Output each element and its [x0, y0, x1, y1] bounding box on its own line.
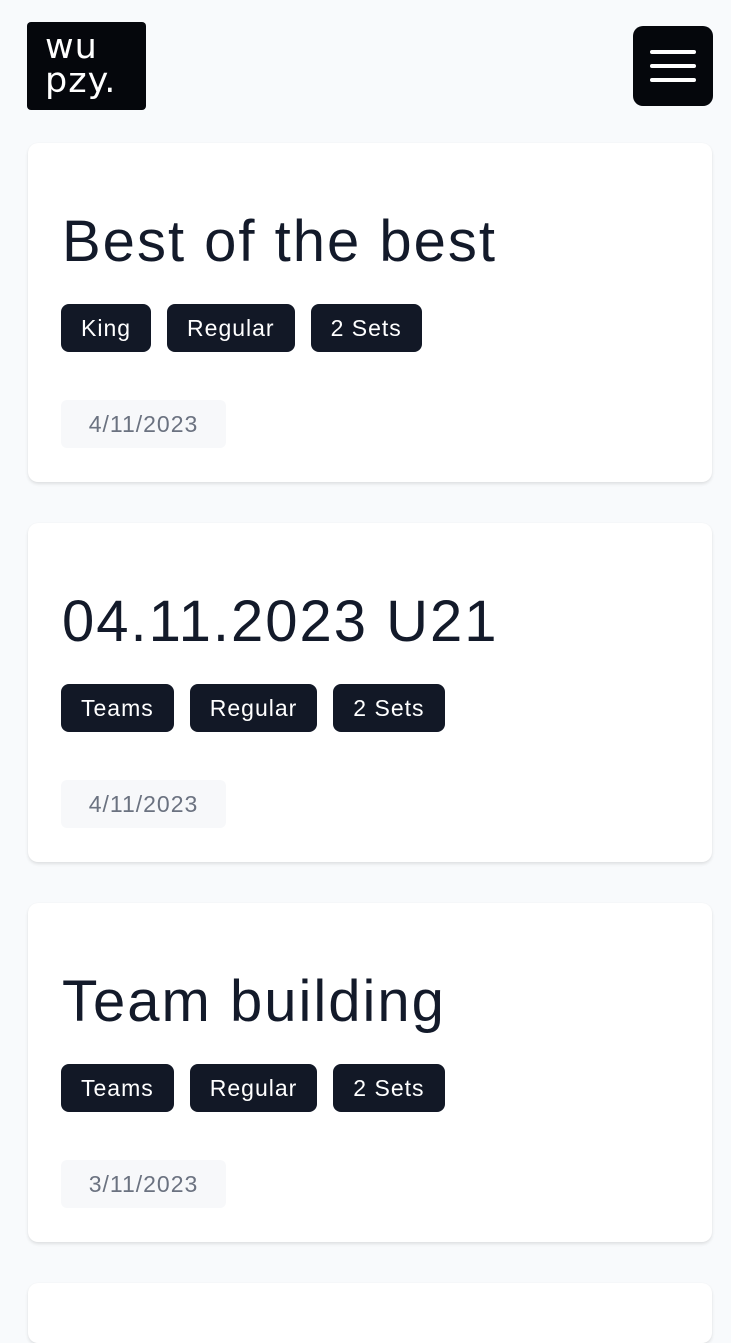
tag-mode: Teams	[61, 1064, 174, 1112]
event-card-partial[interactable]	[28, 1283, 712, 1343]
event-date: 4/11/2023	[61, 400, 226, 448]
tag-type: Regular	[167, 304, 295, 352]
hamburger-menu-icon	[650, 50, 696, 54]
hamburger-menu-button[interactable]	[633, 26, 713, 106]
logo-text-line2: pzy.	[45, 61, 117, 101]
event-card[interactable]: 04.11.2023 U21 Teams Regular 2 Sets 4/11…	[28, 523, 712, 862]
event-title: Team building	[62, 969, 446, 1034]
tag-type: Regular	[189, 1064, 318, 1112]
hamburger-menu-icon-bar	[650, 64, 696, 68]
event-card[interactable]: Team building Teams Regular 2 Sets 3/11/…	[28, 903, 712, 1242]
tag-type: Regular	[189, 684, 318, 732]
logo-text-line1: wu	[45, 27, 98, 67]
event-date: 4/11/2023	[61, 780, 226, 828]
event-title: Best of the best	[62, 209, 498, 274]
tag-sets: 2 Sets	[333, 684, 445, 732]
hamburger-menu-icon-bar	[650, 78, 696, 82]
event-feed: Best of the best King Regular 2 Sets 4/1…	[28, 143, 712, 1343]
event-tags: Teams Regular 2 Sets	[61, 684, 445, 732]
event-title: 04.11.2023 U21	[62, 589, 499, 654]
tag-sets: 2 Sets	[310, 304, 422, 352]
brand-logo[interactable]: wu pzy.	[27, 22, 146, 110]
tag-mode: King	[61, 304, 152, 352]
event-date: 3/11/2023	[61, 1160, 226, 1208]
event-card[interactable]: Best of the best King Regular 2 Sets 4/1…	[28, 143, 712, 482]
event-tags: Teams Regular 2 Sets	[61, 1064, 445, 1112]
tag-mode: Teams	[61, 684, 174, 732]
event-tags: King Regular 2 Sets	[61, 304, 422, 352]
tag-sets: 2 Sets	[333, 1064, 445, 1112]
